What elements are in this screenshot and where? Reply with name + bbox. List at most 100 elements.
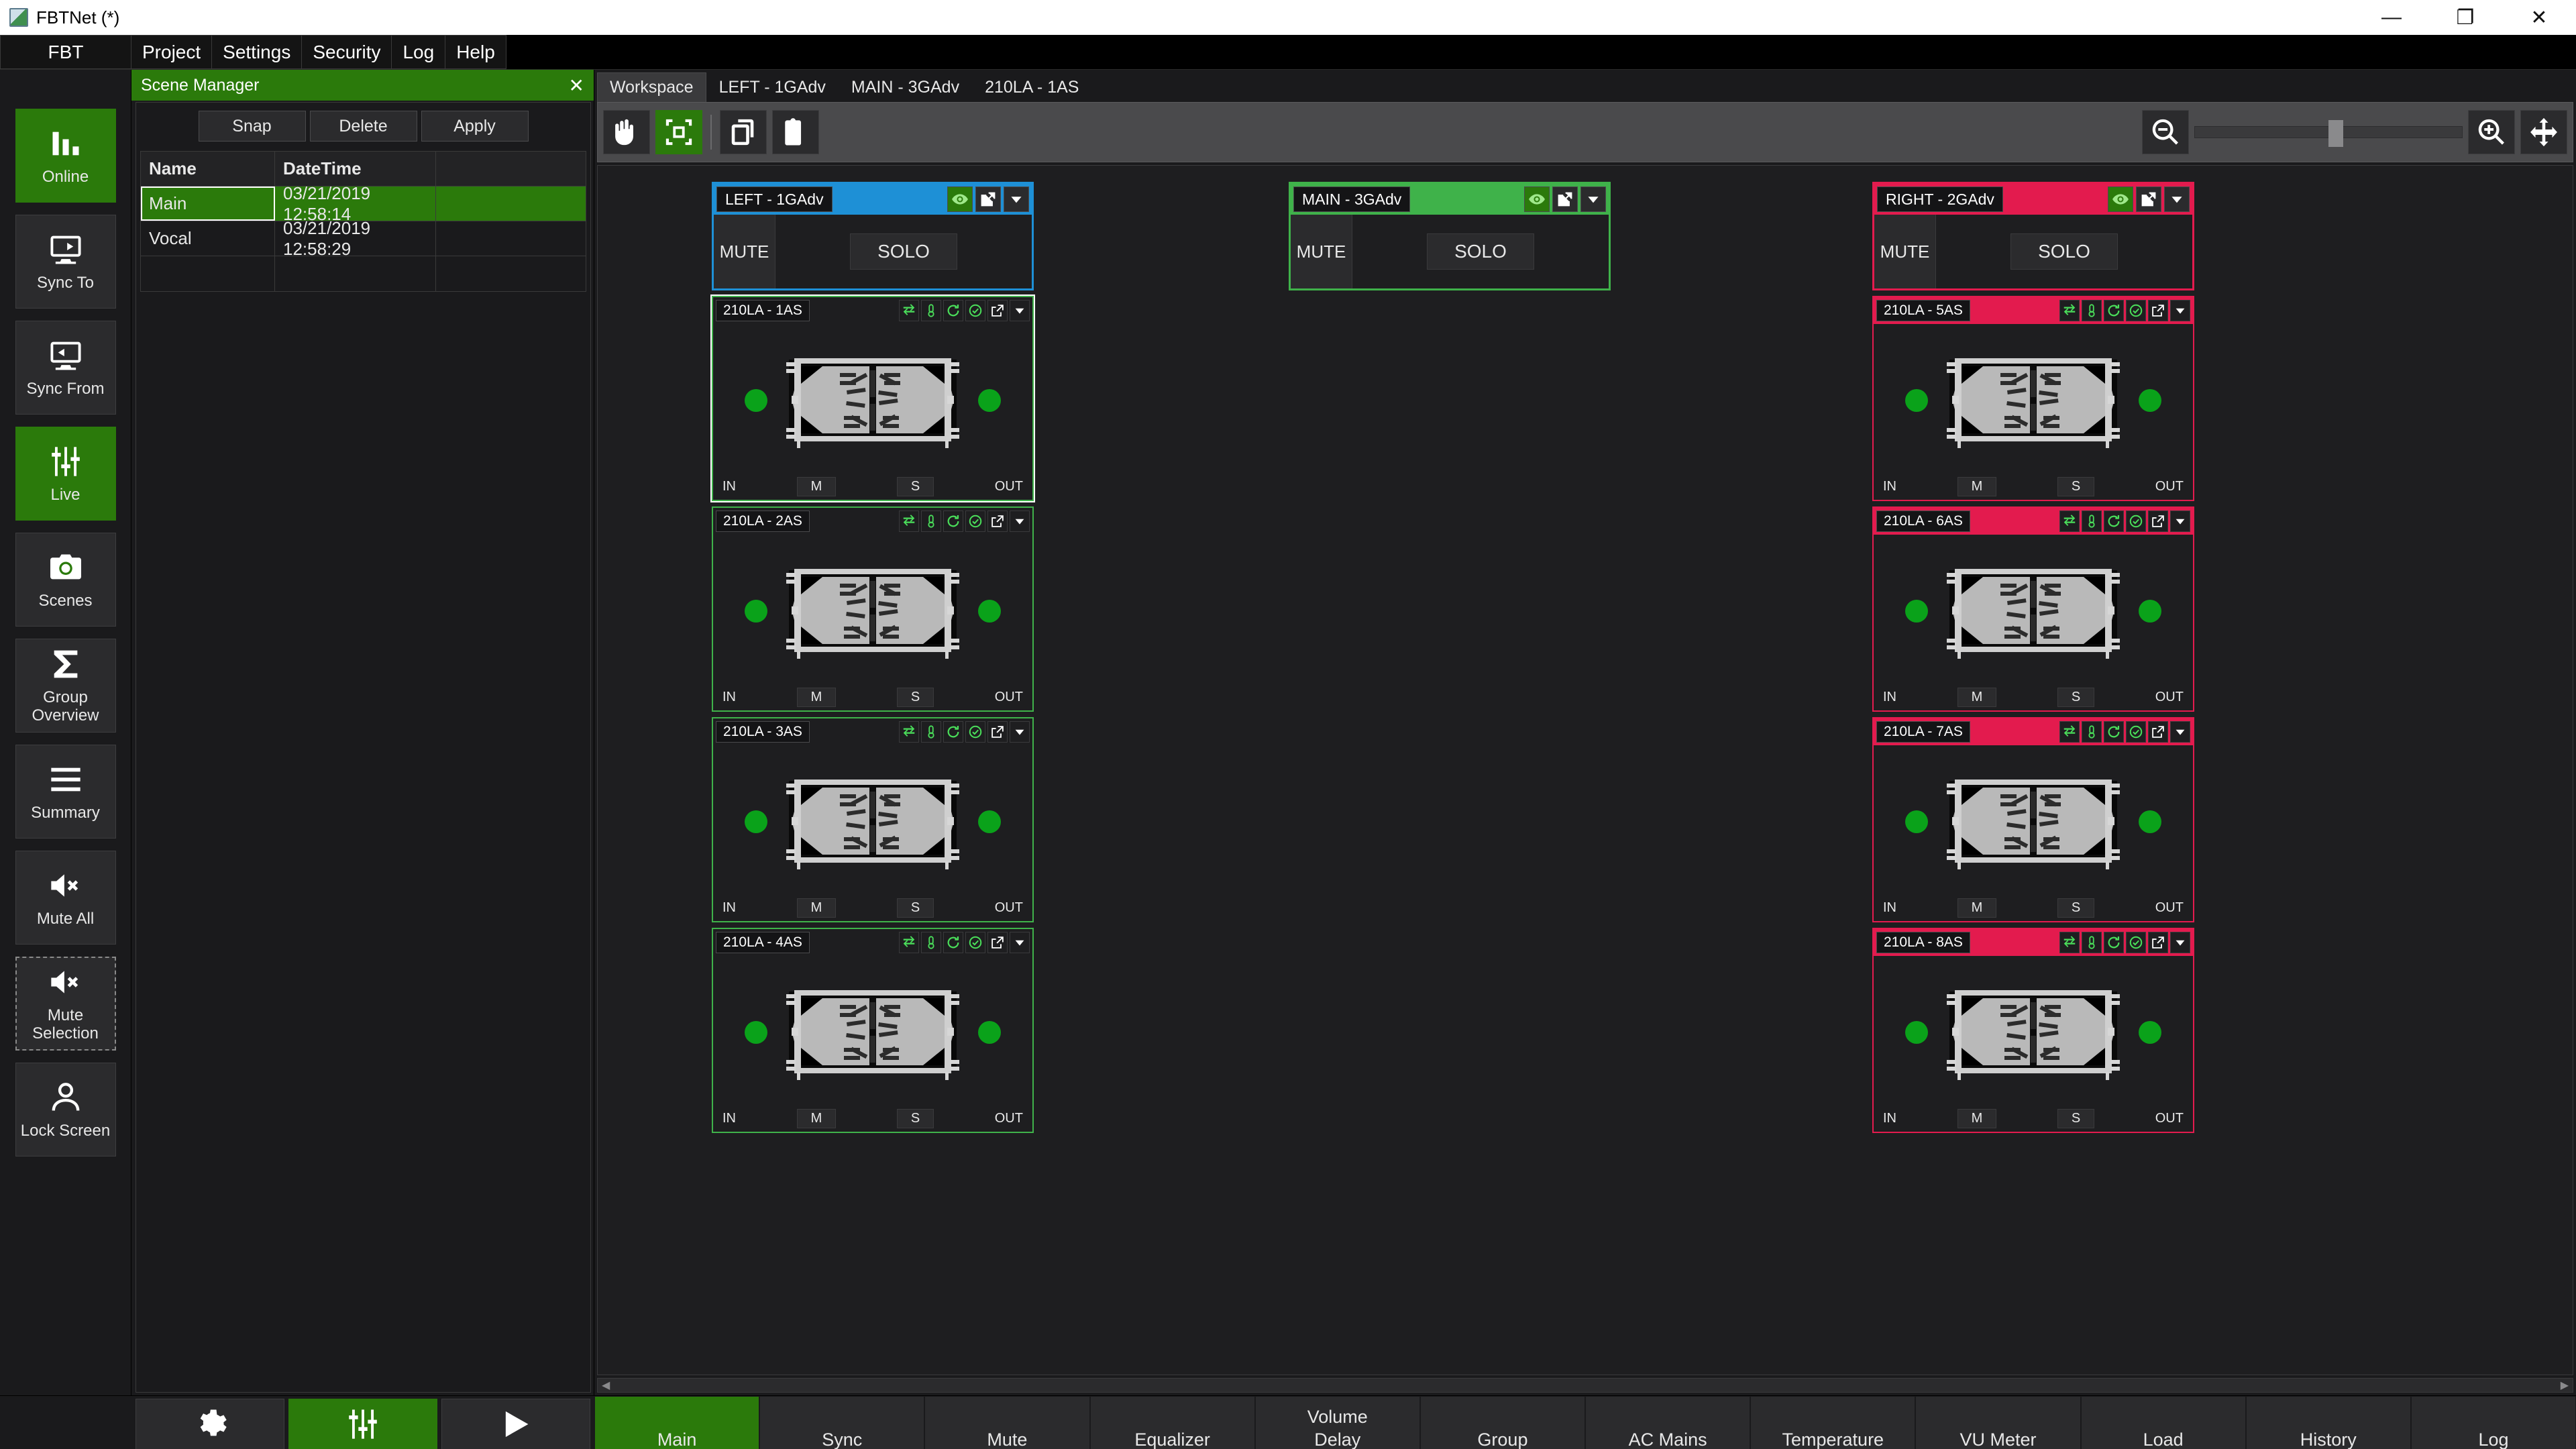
refresh-icon[interactable] bbox=[943, 721, 963, 743]
mode-button-setup[interactable]: Setup bbox=[136, 1399, 284, 1449]
function-tab-equalizer[interactable]: Equalizer bbox=[1089, 1396, 1255, 1449]
device-mute-button[interactable]: M bbox=[796, 1108, 837, 1128]
device-card[interactable]: 210LA - 6AS IN M S OUT bbox=[1872, 506, 2194, 712]
table-row[interactable]: Main 03/21/2019 12:58:14 bbox=[141, 183, 586, 224]
group-mute-button[interactable]: MUTE bbox=[714, 215, 775, 288]
menu-item-log[interactable]: Log bbox=[392, 35, 446, 69]
device-name[interactable]: 210LA - 8AS bbox=[1876, 932, 1970, 953]
group-name[interactable]: LEFT - 1GAdv bbox=[716, 186, 833, 212]
function-tab-load[interactable]: Load bbox=[2080, 1396, 2246, 1449]
menu-item-settings[interactable]: Settings bbox=[212, 35, 303, 69]
check-circle-icon[interactable] bbox=[2126, 721, 2146, 743]
rail-item-lock-screen[interactable]: Lock Screen bbox=[15, 1063, 116, 1157]
refresh-icon[interactable] bbox=[943, 932, 963, 953]
open-external-icon[interactable] bbox=[1552, 186, 1578, 212]
function-tab-main[interactable]: Main bbox=[594, 1396, 760, 1449]
device-name[interactable]: 210LA - 1AS bbox=[716, 300, 810, 321]
refresh-icon[interactable] bbox=[2104, 300, 2124, 321]
chevron-down-icon[interactable] bbox=[1580, 186, 1606, 212]
workspace-tab-0[interactable]: Workspace bbox=[597, 72, 706, 102]
check-circle-icon[interactable] bbox=[965, 932, 985, 953]
chevron-down-icon[interactable] bbox=[1010, 511, 1030, 532]
chevron-down-icon[interactable] bbox=[2170, 932, 2190, 953]
device-name[interactable]: 210LA - 7AS bbox=[1876, 721, 1970, 743]
close-icon[interactable]: ✕ bbox=[569, 74, 584, 97]
function-tab-log[interactable]: Log bbox=[2410, 1396, 2576, 1449]
check-circle-icon[interactable] bbox=[2126, 511, 2146, 532]
function-tab-mute[interactable]: Mute bbox=[924, 1396, 1090, 1449]
group-name[interactable]: RIGHT - 2GAdv bbox=[1877, 186, 2003, 212]
eye-icon[interactable] bbox=[1524, 186, 1550, 212]
copy-button[interactable] bbox=[720, 110, 767, 154]
rail-item-online[interactable]: Online bbox=[15, 109, 116, 203]
device-card[interactable]: 210LA - 4AS IN M S OUT bbox=[712, 928, 1034, 1133]
eye-icon[interactable] bbox=[2108, 186, 2133, 212]
menu-item-fbt[interactable]: FBT bbox=[0, 35, 131, 69]
device-solo-button[interactable]: S bbox=[2057, 1108, 2095, 1128]
paste-button[interactable] bbox=[772, 110, 819, 154]
sync-arrows-icon[interactable] bbox=[2059, 721, 2080, 743]
device-mute-button[interactable]: M bbox=[796, 687, 837, 707]
rail-item-live[interactable]: Live bbox=[15, 427, 116, 521]
maximize-button[interactable]: ❐ bbox=[2428, 0, 2502, 35]
open-external-icon[interactable] bbox=[2148, 721, 2168, 743]
sync-arrows-icon[interactable] bbox=[2059, 300, 2080, 321]
chevron-down-icon[interactable] bbox=[1010, 721, 1030, 743]
chevron-down-icon[interactable] bbox=[1010, 932, 1030, 953]
group-solo-button[interactable]: SOLO bbox=[850, 233, 957, 270]
sync-arrows-icon[interactable] bbox=[2059, 932, 2080, 953]
group-mute-button[interactable]: MUTE bbox=[1874, 215, 1936, 288]
open-external-icon[interactable] bbox=[987, 300, 1008, 321]
pan-tool-button[interactable] bbox=[603, 110, 650, 154]
open-external-icon[interactable] bbox=[2148, 511, 2168, 532]
device-solo-button[interactable]: S bbox=[896, 1108, 934, 1128]
rail-item-mute-all[interactable]: Mute All bbox=[15, 851, 116, 945]
device-solo-button[interactable]: S bbox=[896, 476, 934, 496]
thermometer-icon[interactable] bbox=[2082, 721, 2102, 743]
apply-button[interactable]: Apply bbox=[421, 111, 529, 142]
refresh-icon[interactable] bbox=[943, 511, 963, 532]
group-name[interactable]: MAIN - 3GAdv bbox=[1293, 186, 1411, 212]
chevron-down-icon[interactable] bbox=[1004, 186, 1029, 212]
device-mute-button[interactable]: M bbox=[1957, 898, 1997, 918]
chevron-down-icon[interactable] bbox=[2170, 300, 2190, 321]
zoom-out-icon[interactable] bbox=[2142, 110, 2189, 154]
device-mute-button[interactable]: M bbox=[796, 476, 837, 496]
delete-button[interactable]: Delete bbox=[309, 111, 417, 142]
function-tab-volume-delay-polarity[interactable]: Volume Delay Polarity bbox=[1254, 1396, 1420, 1449]
rail-item-group-overview[interactable]: Group Overview bbox=[15, 639, 116, 733]
select-region-tool-button[interactable] bbox=[655, 110, 702, 154]
workspace-canvas[interactable]: LEFT - 1GAdv MUTE SOLO 210LA - 1AS IN M S OUT 21… bbox=[597, 165, 2573, 1375]
device-solo-button[interactable]: S bbox=[2057, 476, 2095, 496]
fit-to-view-icon[interactable] bbox=[2520, 110, 2567, 154]
thermometer-icon[interactable] bbox=[2082, 932, 2102, 953]
chevron-down-icon[interactable] bbox=[2170, 721, 2190, 743]
refresh-icon[interactable] bbox=[2104, 932, 2124, 953]
device-mute-button[interactable]: M bbox=[1957, 687, 1997, 707]
scroll-right-arrow[interactable]: ▶ bbox=[2561, 1379, 2569, 1392]
eye-icon[interactable] bbox=[947, 186, 973, 212]
device-mute-button[interactable]: M bbox=[1957, 1108, 1997, 1128]
thermometer-icon[interactable] bbox=[921, 932, 941, 953]
workspace-tab-3[interactable]: 210LA - 1AS bbox=[972, 72, 1092, 102]
group-solo-button[interactable]: SOLO bbox=[1427, 233, 1534, 270]
device-name[interactable]: 210LA - 6AS bbox=[1876, 511, 1970, 532]
device-solo-button[interactable]: S bbox=[896, 898, 934, 918]
refresh-icon[interactable] bbox=[2104, 511, 2124, 532]
function-tab-history[interactable]: History bbox=[2245, 1396, 2411, 1449]
group-mute-button[interactable]: MUTE bbox=[1291, 215, 1352, 288]
device-name[interactable]: 210LA - 3AS bbox=[716, 721, 810, 743]
column-header[interactable]: DateTime bbox=[275, 152, 436, 186]
device-solo-button[interactable]: S bbox=[896, 687, 934, 707]
rail-item-scenes[interactable]: Scenes bbox=[15, 533, 116, 627]
check-circle-icon[interactable] bbox=[2126, 932, 2146, 953]
chevron-down-icon[interactable] bbox=[1010, 300, 1030, 321]
rail-item-mute-selection[interactable]: Mute Selection bbox=[15, 957, 116, 1051]
menu-item-project[interactable]: Project bbox=[131, 35, 213, 69]
thermometer-icon[interactable] bbox=[2082, 300, 2102, 321]
workspace-tab-2[interactable]: MAIN - 3GAdv bbox=[838, 72, 973, 102]
device-mute-button[interactable]: M bbox=[796, 898, 837, 918]
sync-arrows-icon[interactable] bbox=[2059, 511, 2080, 532]
function-tab-ac-mains[interactable]: AC Mains bbox=[1585, 1396, 1751, 1449]
scene-name-cell[interactable]: Vocal bbox=[141, 221, 275, 256]
